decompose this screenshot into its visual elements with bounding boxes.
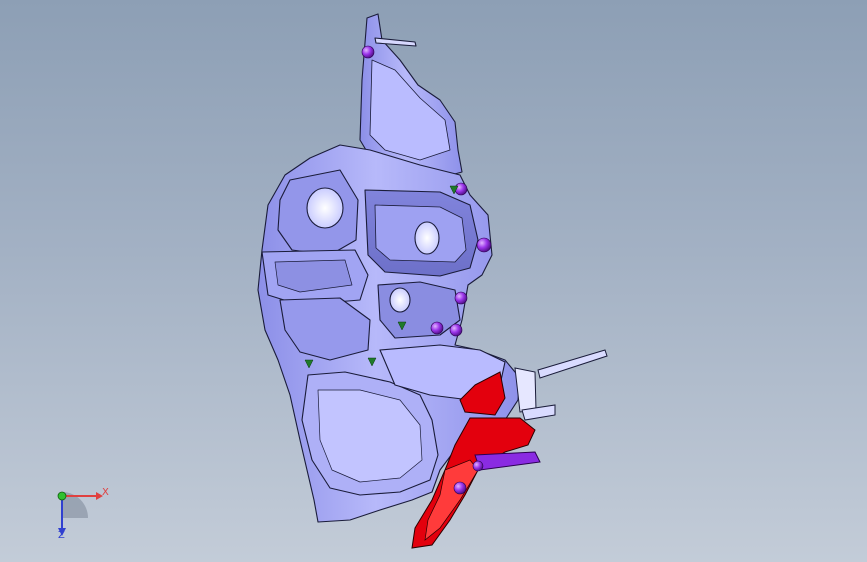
graphics-viewport[interactable]: X Z: [0, 0, 867, 562]
z-axis-label: Z: [58, 530, 65, 541]
x-axis-label: X: [102, 487, 109, 498]
y-axis-icon: [57, 491, 67, 501]
cad-model[interactable]: [0, 0, 867, 562]
